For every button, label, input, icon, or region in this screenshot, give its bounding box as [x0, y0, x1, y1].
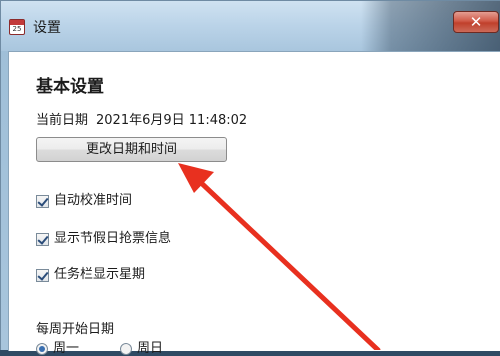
current-date-row: 当前日期 2021年6月9日 11:48:02 [36, 109, 247, 128]
auto-sync-time-checkbox-row[interactable]: 自动校准时间 [36, 193, 132, 209]
week-start-monday-option[interactable]: 周一 [36, 342, 79, 356]
taskbar-weekday-checkbox-row[interactable]: 任务栏显示星期 [36, 267, 145, 283]
week-start-label: 每周开始日期 [36, 322, 115, 337]
auto-sync-time-label: 自动校准时间 [54, 193, 133, 208]
change-date-time-button[interactable]: 更改日期和时间 [36, 137, 227, 162]
auto-sync-time-checkbox[interactable] [36, 194, 49, 208]
settings-window: 25 设置 ✕ 基本设置 当前日期 2021年6月9日 11:48:02 更改日期… [0, 0, 500, 356]
title-bar: 25 设置 ✕ [1, 1, 500, 51]
sunday-radio[interactable] [120, 342, 132, 355]
current-date-value: 2021年6月9日 11:48:02 [96, 113, 248, 128]
monday-radio[interactable] [36, 342, 48, 355]
calendar-icon-number: 25 [12, 25, 22, 33]
section-title: 基本设置 [36, 77, 104, 97]
holiday-ticket-info-label: 显示节假日抢票信息 [54, 231, 172, 246]
taskbar-weekday-checkbox[interactable] [36, 268, 49, 282]
window-title: 设置 [33, 20, 61, 36]
week-start-sunday-option[interactable]: 周日 [120, 342, 163, 356]
taskbar-weekday-label: 任务栏显示星期 [54, 267, 146, 282]
holiday-ticket-info-checkbox-row[interactable]: 显示节假日抢票信息 [36, 231, 171, 247]
close-icon: ✕ [469, 13, 483, 31]
holiday-ticket-info-checkbox[interactable] [36, 232, 49, 246]
settings-content: 基本设置 当前日期 2021年6月9日 11:48:02 更改日期和时间 自动校准… [8, 51, 500, 356]
sunday-label: 周日 [137, 341, 164, 356]
close-button[interactable]: ✕ [453, 11, 499, 33]
current-date-label: 当前日期 [36, 113, 89, 128]
monday-label: 周一 [53, 341, 80, 356]
calendar-app-icon: 25 [9, 19, 25, 35]
